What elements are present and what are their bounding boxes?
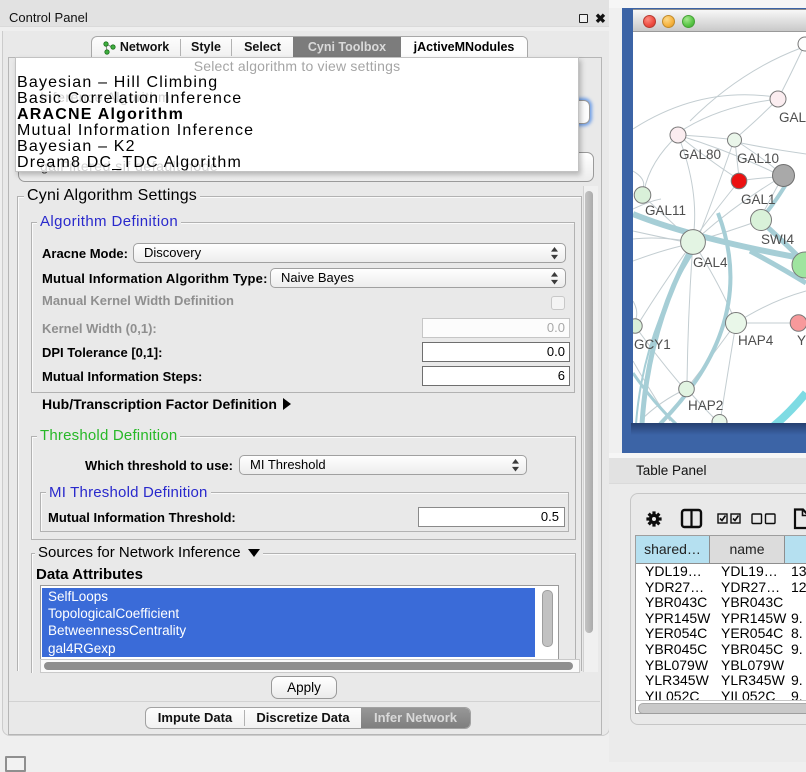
- svg-text:GAL2: GAL2: [779, 110, 806, 125]
- svg-text:GAL11: GAL11: [645, 203, 686, 218]
- svg-text:GAL1: GAL1: [741, 192, 776, 207]
- svg-text:YM: YM: [797, 333, 806, 348]
- svg-text:GAL10: GAL10: [737, 151, 779, 166]
- svg-text:SWI4: SWI4: [761, 232, 794, 247]
- svg-text:GAL80: GAL80: [679, 147, 721, 162]
- svg-text:HAP4: HAP4: [738, 333, 774, 348]
- svg-text:HAP2: HAP2: [688, 398, 723, 413]
- svg-text:GCY1: GCY1: [634, 337, 671, 352]
- svg-text:GAL4: GAL4: [693, 255, 728, 270]
